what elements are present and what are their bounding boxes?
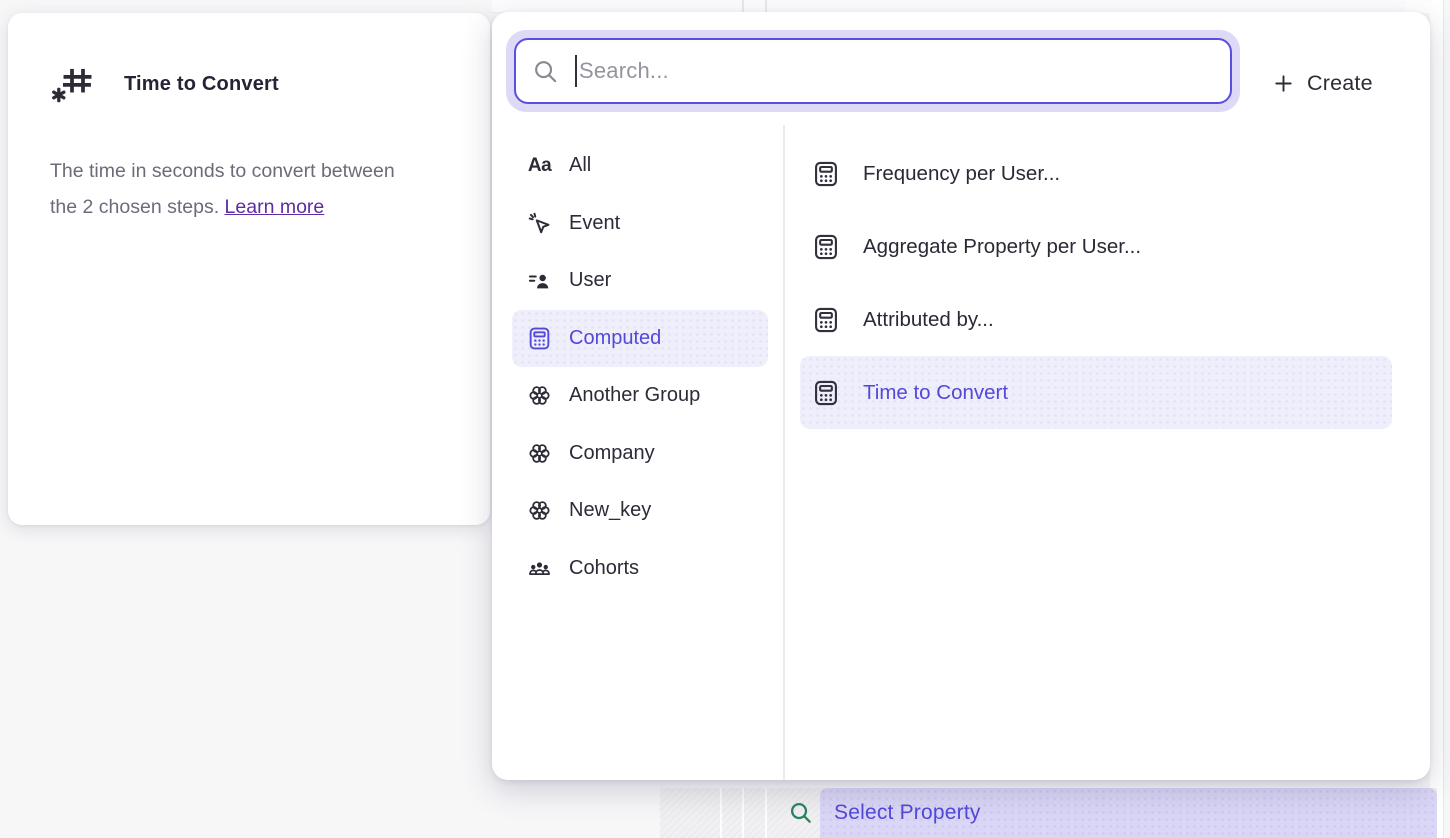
category-list: Aa All Event [512, 137, 768, 597]
property-tooltip-card: Time to Convert The time in seconds to c… [8, 13, 490, 525]
property-search-icon [788, 800, 814, 826]
result-item-aggregate-property-per-user[interactable]: Aggregate Property per User... [800, 210, 1392, 283]
description-line-2: the 2 chosen steps. [50, 196, 219, 218]
search-placeholder: Search... [579, 58, 669, 84]
query-builder-row: Select Property [660, 788, 1437, 838]
text-caret [575, 55, 577, 87]
calculator-icon [812, 160, 840, 188]
computed-number-icon [50, 63, 94, 105]
result-label: Attributed by... [863, 308, 994, 332]
category-label: All [569, 154, 591, 177]
tooltip-header: Time to Convert [50, 63, 279, 105]
result-item-time-to-convert[interactable]: Time to Convert [800, 356, 1392, 429]
search-focus-halo: Search... [506, 30, 1240, 112]
category-item-another-group[interactable]: Another Group [512, 367, 768, 425]
calculator-icon [812, 306, 840, 334]
category-label: Event [569, 212, 620, 235]
background-panel-right [1430, 0, 1444, 838]
category-label: Another Group [569, 384, 700, 407]
result-item-frequency-per-user[interactable]: Frequency per User... [800, 137, 1392, 210]
select-property-button[interactable]: Select Property [820, 788, 1437, 838]
category-item-new-key[interactable]: New_key [512, 482, 768, 540]
result-label: Aggregate Property per User... [863, 235, 1141, 259]
popover-divider [783, 125, 785, 780]
select-property-label: Select Property [834, 801, 981, 825]
category-item-cohorts[interactable]: Cohorts [512, 540, 768, 598]
category-label: Computed [569, 327, 661, 350]
group-icon [527, 383, 552, 408]
calculator-icon [812, 233, 840, 261]
group-icon [527, 498, 552, 523]
result-item-attributed-by[interactable]: Attributed by... [800, 283, 1392, 356]
tooltip-description: The time in seconds to convert between t… [50, 154, 450, 225]
calculator-icon [812, 379, 840, 407]
search-input[interactable]: Search... [514, 38, 1232, 104]
description-line-1: The time in seconds to convert between [50, 160, 395, 182]
screen: Select Property Time to Convert The time… [0, 0, 1450, 838]
column-divider [720, 788, 722, 838]
category-label: Company [569, 442, 655, 465]
learn-more-link[interactable]: Learn more [225, 196, 325, 218]
column-divider [742, 788, 744, 838]
category-item-all[interactable]: Aa All [512, 137, 768, 195]
cursor-click-icon [527, 211, 552, 236]
category-item-company[interactable]: Company [512, 425, 768, 483]
result-label: Time to Convert [863, 381, 1008, 405]
search-icon [532, 58, 559, 85]
cohorts-icon [527, 556, 552, 581]
group-icon [527, 441, 552, 466]
column-divider [765, 788, 767, 838]
calculator-icon [527, 326, 552, 351]
property-select-popover: Search... Create Aa All [492, 12, 1430, 780]
category-item-user[interactable]: User [512, 252, 768, 310]
result-list: Frequency per User... Aggregate Property… [800, 137, 1392, 429]
category-item-event[interactable]: Event [512, 195, 768, 253]
create-button-label: Create [1307, 71, 1373, 96]
category-label: Cohorts [569, 557, 639, 580]
category-label: User [569, 269, 611, 292]
text-format-icon: Aa [527, 153, 552, 178]
category-item-computed[interactable]: Computed [512, 310, 768, 368]
result-label: Frequency per User... [863, 162, 1060, 186]
category-label: New_key [569, 499, 651, 522]
tooltip-title: Time to Convert [124, 73, 279, 96]
create-button[interactable]: Create [1262, 54, 1383, 112]
user-icon [527, 268, 552, 293]
plus-icon [1272, 72, 1295, 95]
